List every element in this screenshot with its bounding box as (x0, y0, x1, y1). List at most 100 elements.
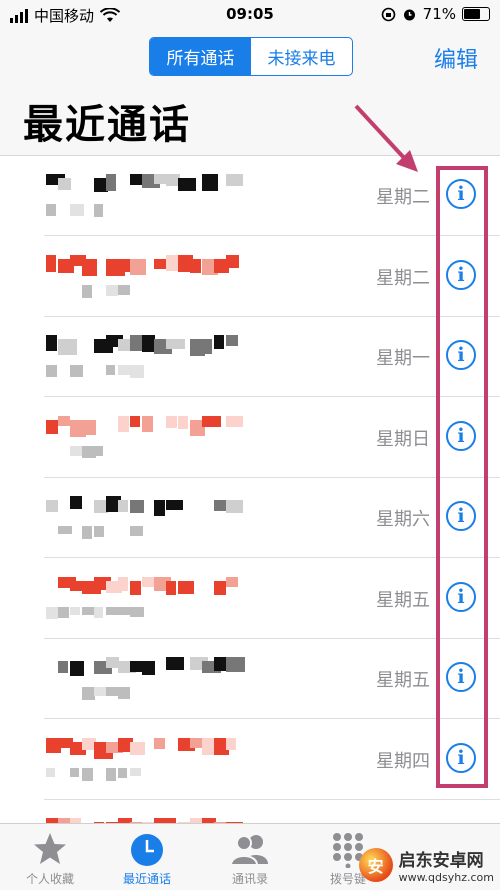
call-day: 星期六 (376, 509, 430, 530)
redaction-pixel (226, 500, 243, 513)
redaction-pixel (70, 661, 84, 676)
redaction-pixel (46, 419, 58, 434)
redaction-pixel (46, 767, 55, 777)
redaction-pixel (130, 580, 141, 595)
call-day: 星期二 (376, 267, 430, 289)
redaction-pixel (118, 687, 130, 699)
redaction-pixel (46, 500, 58, 512)
redaction-pixel (46, 335, 57, 351)
contacts-icon (229, 835, 268, 866)
page-title: 最近通话 (23, 102, 191, 148)
redaction-pixel (202, 339, 212, 354)
redaction-pixel (142, 415, 153, 432)
rotation-lock-icon (381, 7, 395, 21)
redaction-pixel (226, 737, 236, 750)
redaction-pixel (202, 174, 218, 191)
redaction-pixel (82, 258, 97, 276)
redaction-pixel (70, 204, 84, 216)
call-row[interactable]: 星期六 i (0, 478, 500, 558)
redaction-pixel (130, 258, 146, 275)
redaction-pixel (58, 178, 71, 190)
redaction-pixel (154, 737, 165, 749)
redaction-pixel (142, 661, 155, 675)
tab-bar: 个人收藏 最近通话 通讯录 拨号键 安 启东安卓网 www.qdsyhz.com (0, 823, 500, 890)
call-row[interactable]: 星期五 i (0, 639, 500, 719)
tab-favorites[interactable]: 个人收藏 (0, 824, 100, 890)
edit-button[interactable]: 编辑 (434, 42, 478, 74)
tab-contacts[interactable]: 通讯录 (200, 824, 300, 890)
tab-label: 最近通话 (122, 872, 171, 886)
redaction-pixel (46, 606, 58, 619)
redaction-pixel (178, 580, 194, 594)
call-row[interactable]: 星期五 i (0, 559, 500, 639)
star-icon (34, 833, 66, 864)
redaction-pixel (70, 365, 83, 377)
redaction-pixel (106, 767, 116, 781)
redaction-pixel (130, 741, 145, 755)
call-row-partial[interactable] (0, 800, 500, 824)
redaction-pixel (94, 526, 104, 537)
redaction-pixel (94, 445, 103, 456)
call-day: 星期二 (376, 187, 430, 208)
tab-label: 通讯录 (231, 872, 268, 886)
tab-recents[interactable]: 最近通话 (97, 824, 197, 890)
call-row[interactable]: 星期一 i (0, 317, 500, 397)
redaction-pixel (166, 415, 177, 428)
call-day: 星期五 (376, 670, 430, 691)
redaction-pixel (82, 419, 96, 435)
redaction-pixel (82, 767, 93, 781)
call-day: 星期日 (376, 428, 430, 450)
call-day: 星期一 (376, 348, 430, 369)
redaction-pixel (130, 606, 144, 617)
redaction-pixel (58, 526, 72, 534)
watermark-title: 启东安卓网 (398, 851, 484, 871)
redaction-pixel (118, 500, 128, 512)
redaction-pixel (82, 526, 92, 539)
redaction-pixel (106, 365, 115, 375)
redaction-pixel (226, 415, 243, 427)
call-row[interactable]: 星期四 i (0, 720, 500, 800)
watermark-logo: 安 (358, 848, 393, 882)
redaction-pixel (94, 606, 103, 618)
redaction-pixel (46, 204, 56, 216)
redaction-pixel (58, 606, 69, 618)
status-bar: 中国移动 09:05 71% (0, 0, 500, 30)
annotation-highlight-box (436, 166, 488, 788)
segment-all-calls[interactable]: 所有通话 (150, 38, 251, 75)
watermark-url: www.qdsyhz.com (398, 871, 494, 884)
redaction-pixel (130, 415, 140, 427)
redaction-pixel (58, 661, 68, 673)
redaction-pixel (70, 445, 82, 456)
redaction-pixel (94, 204, 103, 217)
segment-missed-calls[interactable]: 未接来电 (251, 38, 352, 75)
redaction-pixel (118, 576, 128, 591)
redaction-pixel (82, 284, 92, 298)
redaction-pixel (118, 415, 129, 432)
redaction-pixel (166, 500, 183, 510)
redaction-pixel (118, 284, 130, 295)
redaction-pixel (130, 500, 144, 513)
redaction-pixel (214, 335, 224, 349)
redaction-pixel (190, 258, 201, 273)
call-row[interactable]: 星期二 i (0, 156, 500, 236)
redaction-pixel (154, 500, 165, 516)
redaction-pixel (46, 365, 57, 377)
redaction-pixel (178, 415, 188, 429)
battery-icon (462, 7, 490, 21)
watermark: 安 启东安卓网 www.qdsyhz.com (358, 846, 494, 884)
call-filter-segmented-control[interactable]: 所有通话 未接来电 (149, 37, 353, 76)
redaction-pixel (106, 284, 118, 296)
recent-calls-list: 星期二 i 星期二 i 星期一 i 星期日 i 星期六 i 星期五 i 星期五 … (0, 155, 500, 824)
redaction-pixel (118, 767, 127, 778)
redaction-pixel (166, 580, 176, 595)
clock-icon (131, 834, 163, 866)
call-row[interactable]: 星期二 i (0, 237, 500, 317)
alarm-icon (403, 9, 415, 20)
redaction-pixel (226, 174, 243, 186)
call-row[interactable]: 星期日 i (0, 398, 500, 478)
redaction-pixel (70, 606, 80, 615)
call-day: 星期四 (376, 750, 430, 772)
redaction-pixel (130, 365, 144, 378)
redaction-pixel (130, 526, 143, 536)
redaction-pixel (58, 415, 70, 426)
